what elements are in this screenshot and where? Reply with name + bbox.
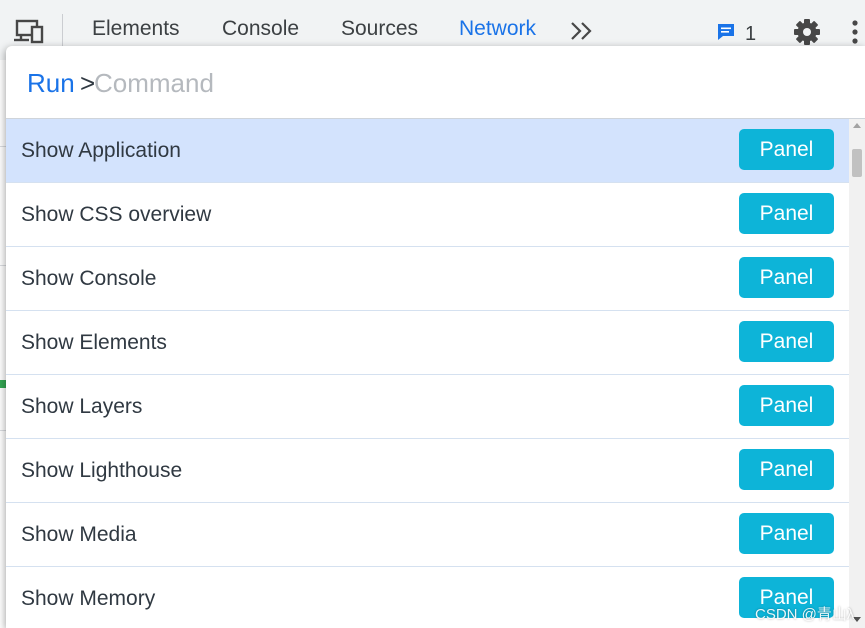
command-item-label: Show Application	[21, 139, 181, 162]
command-prefix: >	[80, 68, 96, 98]
command-item-label: Show CSS overview	[21, 203, 212, 226]
panel-badge: Panel	[739, 385, 834, 426]
panel-badge: Panel	[739, 193, 834, 234]
tab-console[interactable]: Console	[222, 17, 299, 41]
gear-icon[interactable]	[792, 17, 822, 47]
command-item-label: Show Console	[21, 267, 157, 290]
command-item-show-elements[interactable]: Show Elements Panel	[6, 311, 849, 375]
double-chevron-right-icon[interactable]	[569, 18, 595, 44]
tab-elements[interactable]: Elements	[92, 17, 180, 41]
command-item-show-memory[interactable]: Show Memory Panel	[6, 567, 849, 628]
scroll-up-arrow-icon[interactable]	[853, 123, 861, 128]
command-item-label: Show Layers	[21, 395, 143, 418]
issues-count: 1	[745, 22, 757, 45]
issues-button[interactable]: 1	[716, 21, 756, 47]
scrollbar-thumb[interactable]	[852, 149, 862, 177]
command-list-scrollbar[interactable]	[849, 119, 865, 628]
command-item-show-media[interactable]: Show Media Panel	[6, 503, 849, 567]
command-input[interactable]	[94, 66, 834, 100]
command-item-label: Show Memory	[21, 587, 156, 610]
watermark-text: CSDN @青山λ	[755, 606, 855, 623]
panel-badge: Panel	[739, 449, 834, 490]
panel-badge: Panel	[739, 513, 834, 554]
run-label: Run	[27, 68, 75, 98]
device-toggle-icon[interactable]	[14, 16, 48, 46]
command-item-show-layers[interactable]: Show Layers Panel	[6, 375, 849, 439]
command-prompt: Run >	[6, 46, 865, 119]
command-item-show-lighthouse[interactable]: Show Lighthouse Panel	[6, 439, 849, 503]
command-item-show-application[interactable]: Show Application Panel	[6, 119, 849, 183]
command-menu: Run > Show Application Panel Show CSS ov…	[6, 46, 865, 628]
command-item-show-console[interactable]: Show Console Panel	[6, 247, 849, 311]
command-item-label: Show Elements	[21, 331, 167, 354]
tab-sources[interactable]: Sources	[341, 17, 418, 41]
command-item-show-css-overview[interactable]: Show CSS overview Panel	[6, 183, 849, 247]
message-icon	[716, 22, 736, 47]
command-item-label: Show Lighthouse	[21, 459, 183, 482]
panel-badge: Panel	[739, 321, 834, 362]
panel-badge: Panel	[739, 129, 834, 170]
tab-network[interactable]: Network	[459, 17, 536, 41]
command-list: Show Application Panel Show CSS overview…	[6, 119, 849, 628]
vertical-ellipsis-icon[interactable]	[848, 18, 862, 46]
command-item-label: Show Media	[21, 523, 137, 546]
toolbar-divider	[62, 14, 63, 46]
panel-badge: Panel	[739, 257, 834, 298]
